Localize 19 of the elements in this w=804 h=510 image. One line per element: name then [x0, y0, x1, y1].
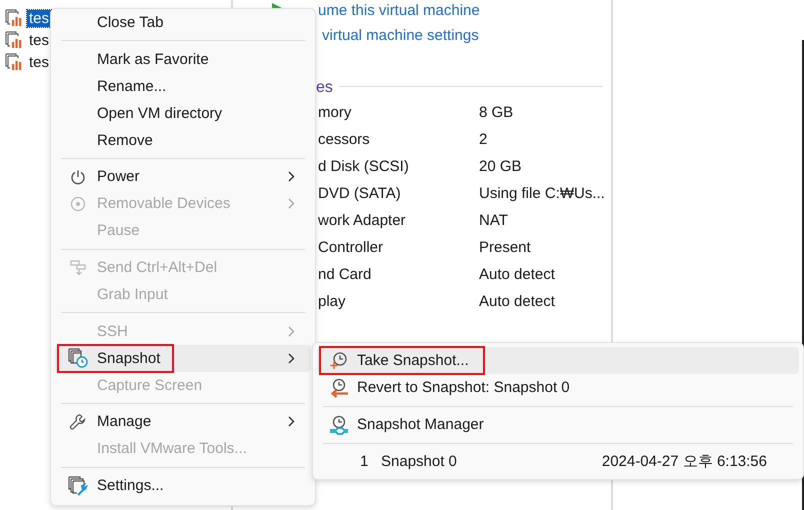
device-value: 2	[479, 131, 488, 148]
device-name: work Adapter	[318, 212, 407, 229]
section-header: es	[316, 79, 333, 97]
device-value: NAT	[479, 212, 508, 229]
device-name: d Disk (SCSI)	[318, 158, 410, 175]
device-name: play	[318, 293, 347, 310]
device-name: nd Card	[318, 266, 372, 283]
device-value: Using file C:₩Us...	[479, 185, 605, 202]
device-value: Auto detect	[479, 293, 555, 310]
device-value: 20 GB	[479, 158, 522, 175]
device-name: DVD (SATA)	[318, 185, 402, 202]
device-name: Controller	[318, 239, 384, 256]
device-value: 8 GB	[479, 104, 514, 121]
device-name: mory	[318, 104, 352, 121]
device-name: cessors	[318, 131, 371, 148]
snapshot-number: 1	[360, 453, 370, 470]
snapshot-date: 2024-04-27 오후 6:13:56	[602, 452, 768, 471]
device-value: Auto detect	[479, 266, 555, 283]
device-value: Present	[479, 239, 531, 256]
